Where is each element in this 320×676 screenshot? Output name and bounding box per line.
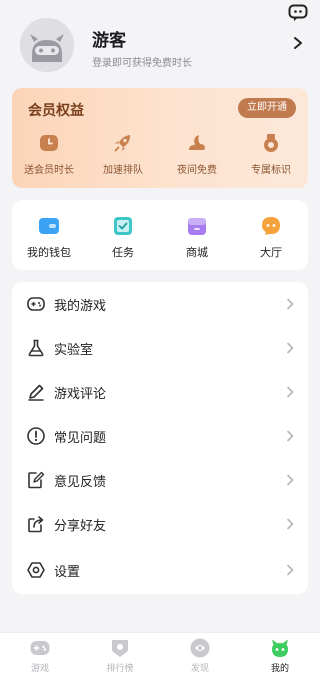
quick-label: 任务 [112, 246, 134, 259]
quick-actions: 我的钱包 任务 商城 大厅 [12, 200, 308, 270]
chevron-right-icon [287, 474, 294, 486]
menu-label: 意见反馈 [54, 475, 107, 490]
robot-avatar-icon [20, 18, 74, 72]
menu-label: 实验室 [54, 343, 94, 358]
menu-share[interactable]: 分享好友 [12, 502, 308, 546]
mine-icon [272, 639, 288, 657]
quick-shop[interactable]: 商城 [160, 200, 234, 270]
perk-label: 加速排队 [103, 165, 143, 176]
quick-hall[interactable]: 大厅 [234, 200, 308, 270]
feedback-icon [28, 471, 45, 489]
login-hint: 登录即可获得免费时长 [92, 58, 192, 69]
avatar[interactable] [20, 18, 74, 72]
perk-night-free[interactable]: 夜间免费 [160, 132, 234, 184]
tab-ranking[interactable]: 排行榜 [80, 633, 160, 676]
open-vip-button[interactable]: 立即开通 [238, 98, 296, 118]
wallet-icon [39, 218, 59, 234]
menu-label: 常见问题 [54, 431, 107, 446]
badge-icon [264, 134, 278, 152]
vip-title: 会员权益 [28, 103, 84, 119]
share-icon [28, 516, 44, 533]
perk-label: 夜间免费 [177, 165, 217, 176]
chevron-right-icon[interactable] [292, 36, 304, 50]
quick-label: 大厅 [260, 246, 282, 259]
quick-task[interactable]: 任务 [86, 200, 160, 270]
perk-queue-boost[interactable]: 加速排队 [86, 132, 160, 184]
profile-name[interactable]: 游客 [92, 26, 126, 51]
shop-icon [188, 218, 206, 235]
tab-label: 排行榜 [106, 664, 134, 674]
menu-settings[interactable]: 设置 [12, 548, 308, 592]
tab-mine[interactable]: 我的 [240, 633, 320, 676]
chevron-right-icon [287, 564, 294, 576]
perk-label: 送会员时长 [24, 165, 74, 176]
moon-cloud-icon [189, 135, 205, 150]
quick-label: 商城 [186, 246, 208, 259]
menu-my-games[interactable]: 我的游戏 [12, 282, 308, 326]
ranking-icon [112, 640, 128, 657]
vip-benefits-card: 会员权益 立即开通 送会员时长 加速排队 夜间免费 专属标识 [12, 88, 308, 188]
chevron-right-icon [287, 386, 294, 398]
perk-gift-time[interactable]: 送会员时长 [12, 132, 86, 184]
tab-label: 发现 [190, 664, 209, 674]
menu-game-reviews[interactable]: 游戏评论 [12, 370, 308, 414]
perk-label: 专属标识 [251, 165, 291, 176]
tab-label: 游戏 [30, 664, 49, 674]
menu-label: 游戏评论 [54, 387, 107, 402]
rocket-icon [114, 135, 130, 152]
menu-feedback[interactable]: 意见反馈 [12, 458, 308, 502]
chevron-right-icon [287, 342, 294, 354]
quick-wallet[interactable]: 我的钱包 [12, 200, 86, 270]
bottom-tab-bar: 游戏 排行榜 发现 我的 [0, 632, 320, 676]
clock-icon [40, 135, 58, 151]
menu-label: 设置 [54, 565, 81, 580]
settings-icon [27, 562, 45, 578]
perk-exclusive-badge[interactable]: 专属标识 [234, 132, 308, 184]
profile-header[interactable]: 游客 登录即可获得免费时长 [0, 0, 320, 86]
chevron-right-icon [287, 430, 294, 442]
chevron-right-icon [287, 298, 294, 310]
discover-icon [190, 638, 210, 658]
tab-games[interactable]: 游戏 [0, 633, 80, 676]
menu-label: 分享好友 [54, 519, 107, 534]
task-icon [114, 217, 132, 235]
chat-hall-icon [262, 217, 280, 235]
flask-icon [28, 339, 44, 357]
menu-list: 我的游戏 实验室 游戏评论 常见问题 意见反馈 分享好友 设置 [12, 282, 308, 594]
tab-label: 我的 [270, 664, 289, 674]
vip-perks: 送会员时长 加速排队 夜间免费 专属标识 [12, 132, 308, 184]
chevron-right-icon [287, 518, 294, 530]
gamepad-icon [27, 297, 45, 311]
exclamation-icon [27, 427, 45, 445]
quick-label: 我的钱包 [27, 246, 71, 259]
menu-lab[interactable]: 实验室 [12, 326, 308, 370]
menu-faq[interactable]: 常见问题 [12, 414, 308, 458]
menu-label: 我的游戏 [54, 299, 107, 314]
tab-discover[interactable]: 发现 [160, 633, 240, 676]
gamepad-tab-icon [30, 641, 50, 655]
pencil-icon [28, 384, 44, 401]
